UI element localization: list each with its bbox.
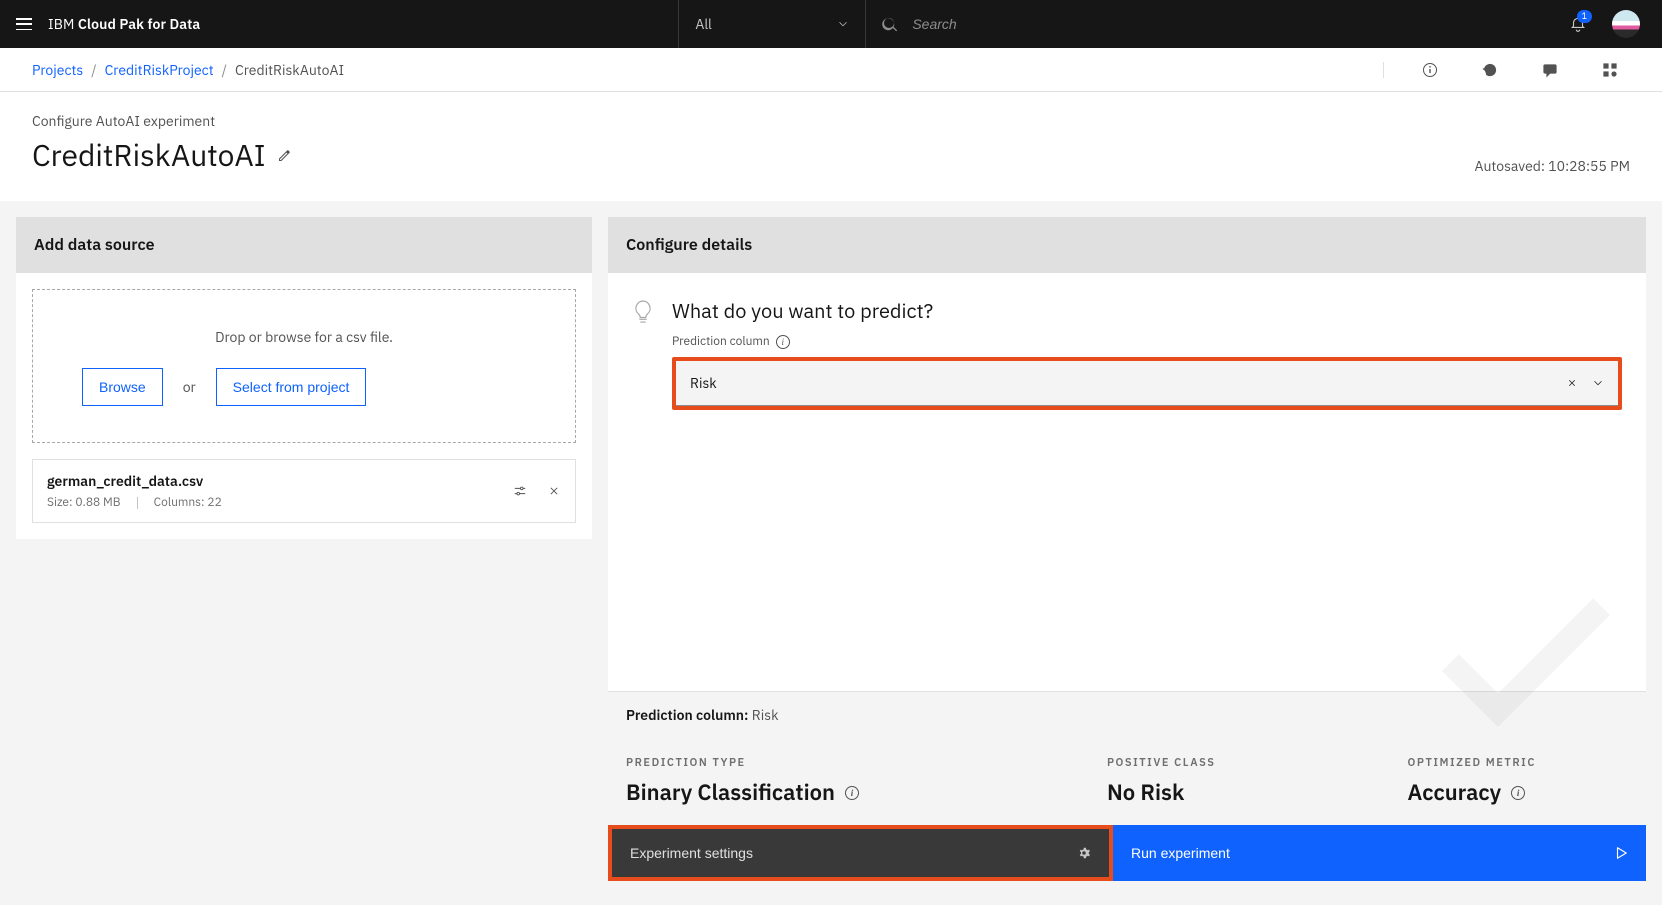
search-icon [882,16,898,32]
dropzone[interactable]: Drop or browse for a csv file. Browse or… [32,289,576,443]
breadcrumb-project-name[interactable]: CreditRiskProject [105,61,214,79]
prediction-type-cell: PREDICTION TYPE Binary Classificationi [626,756,1027,807]
page-subtitle: Configure AutoAI experiment [32,112,292,130]
info-icon[interactable]: i [776,335,790,349]
lightbulb-icon [632,299,654,325]
file-card: german_credit_data.csv Size: 0.88 MB Col… [32,459,576,523]
breadcrumb-projects[interactable]: Projects [32,61,83,79]
hamburger-icon [16,18,32,30]
info-circle-icon[interactable] [1422,62,1438,78]
topbar: IBM Cloud Pak for Data All 1 [0,0,1662,48]
or-label: or [183,378,196,396]
checkmark-watermark-icon [1386,531,1662,811]
scope-value: All [695,15,712,33]
select-from-project-button[interactable]: Select from project [216,368,367,406]
page-title: CreditRiskAutoAI [32,136,292,175]
dropzone-text: Drop or browse for a csv file. [77,328,531,346]
info-icon[interactable]: i [845,786,859,800]
notifications-button[interactable]: 1 [1554,0,1602,48]
play-icon [1614,846,1628,860]
user-avatar[interactable] [1602,0,1650,48]
close-icon[interactable] [547,484,561,498]
edit-icon[interactable] [276,148,292,164]
breadcrumb-row: Projects / CreditRiskProject / CreditRis… [0,48,1662,92]
comment-icon[interactable] [1542,62,1558,78]
settings-sliders-icon[interactable] [513,484,527,498]
prediction-column-select[interactable]: Risk [676,361,1618,406]
predict-question: What do you want to predict? [672,297,1622,324]
global-scope-selector[interactable]: All [678,0,866,48]
add-data-header: Add data source [16,217,592,273]
breadcrumb-actions [1383,62,1630,78]
configure-header: Configure details [608,217,1646,273]
file-name: german_credit_data.csv [47,472,222,490]
grid-icon[interactable] [1602,62,1618,78]
run-experiment-button[interactable]: Run experiment [1113,825,1646,881]
prediction-column-value: Risk [690,374,1566,392]
experiment-settings-button[interactable]: Experiment settings [612,829,1109,877]
configure-panel: Configure details What do you want to pr… [608,217,1646,881]
chevron-down-icon [1592,377,1604,389]
add-data-panel: Add data source Drop or browse for a csv… [16,217,592,539]
prediction-column-label: Prediction column i [672,334,1622,349]
brand-label: IBM Cloud Pak for Data [48,15,200,33]
notification-badge: 1 [1577,10,1592,23]
breadcrumb-current: CreditRiskAutoAI [235,61,344,79]
chevron-down-icon [837,18,849,30]
hamburger-menu[interactable] [0,0,48,48]
positive-class-cell: POSITIVE CLASS No Risk [1107,756,1328,807]
title-area: Configure AutoAI experiment CreditRiskAu… [0,92,1662,201]
browse-button[interactable]: Browse [82,368,163,406]
autosave-status: Autosaved: 10:28:55 PM [1474,157,1630,175]
clear-icon[interactable] [1566,377,1578,389]
breadcrumb: Projects / CreditRiskProject / CreditRis… [32,61,344,79]
history-icon[interactable] [1482,62,1498,78]
gear-icon [1077,846,1091,860]
bottom-button-row: Experiment settings Run experiment [608,825,1646,881]
search-input[interactable] [912,16,1530,32]
global-search[interactable] [866,0,1546,48]
avatar-icon [1612,10,1640,38]
